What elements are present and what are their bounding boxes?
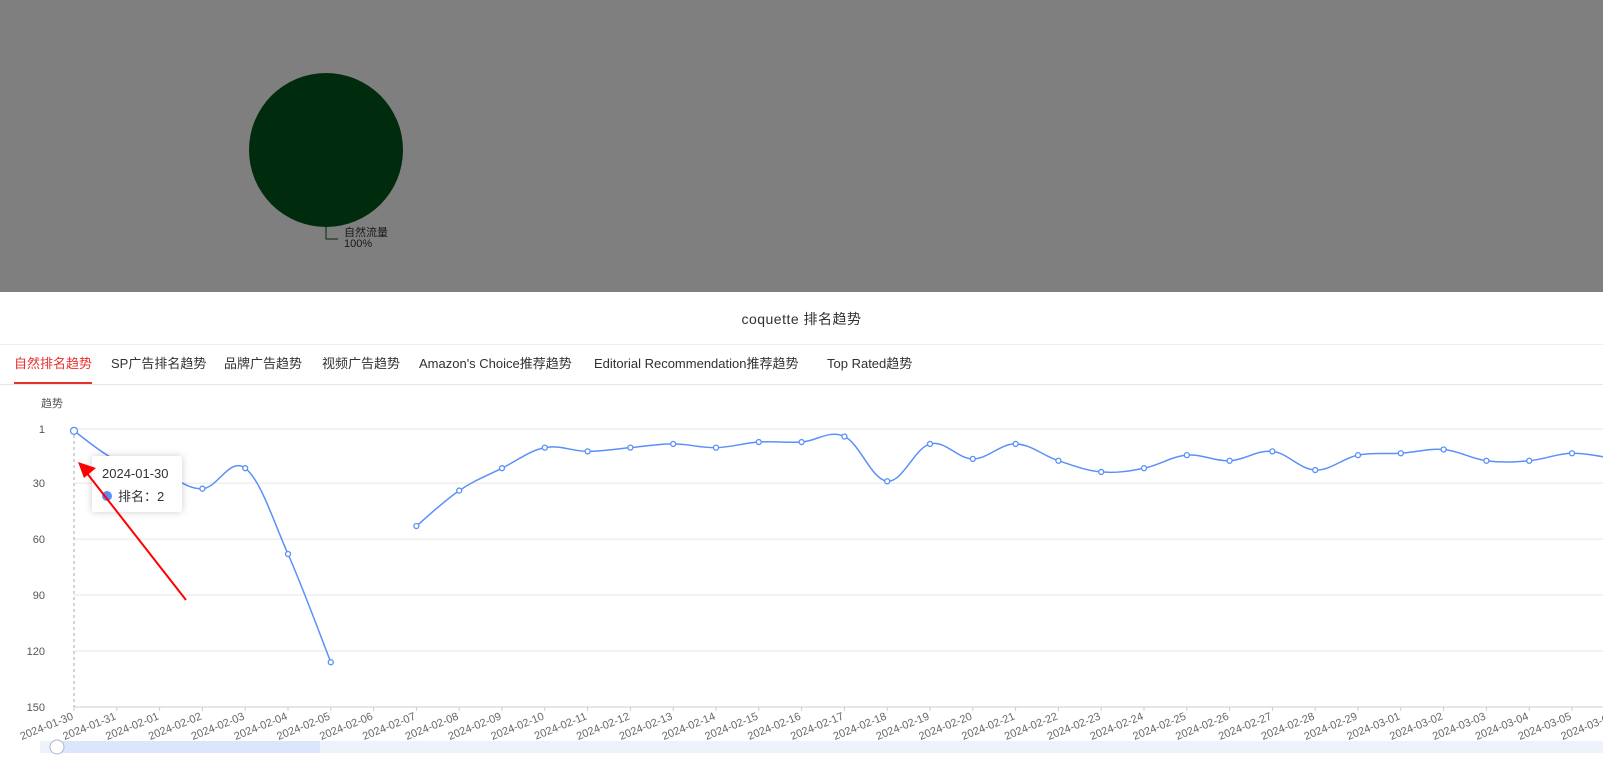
data-point (1397, 450, 1404, 457)
series-line (415, 433, 1603, 527)
y-tick-label: 60 (33, 534, 45, 546)
data-point (712, 444, 720, 451)
data-point (1098, 468, 1105, 476)
tab-editorial-recommendation[interactable]: Editorial Recommendation推荐趋势 (594, 344, 798, 384)
tab-top-rated[interactable]: Top Rated趋势 (827, 344, 912, 384)
tooltip-value: 排名：2 (118, 489, 165, 504)
y-tick-label: 1 (39, 424, 45, 436)
tab-brand-ad[interactable]: 品牌广告趋势 (224, 344, 302, 384)
data-point (1526, 457, 1533, 464)
data-point (1012, 440, 1019, 448)
data-point (199, 485, 206, 492)
trend-tabs: 自然排名趋势 SP广告排名趋势 品牌广告趋势 视频广告趋势 Amazon's C… (0, 344, 1603, 385)
data-point (1055, 457, 1062, 464)
data-point (413, 522, 420, 530)
tab-sp-ad-rank[interactable]: SP广告排名趋势 (111, 344, 206, 384)
data-point (755, 438, 762, 446)
dialog-title: coquette 排名趋势 (741, 311, 862, 327)
y-tick-label: 150 (27, 702, 45, 714)
datazoom-handle (49, 739, 65, 755)
data-point (1440, 446, 1447, 453)
data-point (627, 444, 634, 451)
y-tick-label: 90 (33, 590, 45, 602)
modal-overlay[interactable] (0, 0, 1603, 292)
y-tick-label: 120 (27, 646, 45, 658)
data-point (798, 438, 805, 446)
data-point (926, 440, 934, 448)
tooltip-row: 排名：2 (102, 486, 164, 505)
data-point (69, 426, 79, 436)
tab-video-ad[interactable]: 视频广告趋势 (322, 344, 400, 384)
chart-tooltip: 2024-01-30 排名：2 (92, 456, 182, 512)
y-tick-label: 30 (33, 478, 45, 490)
data-point (541, 444, 548, 451)
data-point (884, 478, 891, 485)
data-point (1483, 457, 1490, 464)
data-point (456, 487, 463, 494)
data-point (1354, 451, 1362, 459)
data-point (1568, 450, 1576, 457)
data-point (284, 550, 292, 558)
data-point (327, 659, 334, 666)
datazoom-window (60, 741, 320, 753)
data-point (1140, 465, 1148, 472)
data-point (1269, 448, 1276, 455)
data-point (1183, 451, 1190, 459)
tab-amazons-choice[interactable]: Amazon's Choice推荐趋势 (419, 344, 572, 384)
data-point (242, 465, 249, 472)
background-page: 自然流量 100% (0, 0, 1603, 292)
dialog-header: coquette 排名趋势 (0, 292, 1603, 345)
rank-trend-dialog: coquette 排名趋势 自然排名趋势 SP广告排名趋势 品牌广告趋势 视频广… (0, 292, 1603, 773)
data-point (1312, 466, 1319, 474)
data-point (498, 465, 506, 472)
series-dot-icon (102, 490, 112, 501)
y-axis-label: 趋势 (41, 397, 63, 410)
data-point (584, 448, 591, 455)
tooltip-date: 2024-01-30 (102, 466, 169, 481)
rank-trend-chart[interactable]: 趋势13060901201502024-01-302024-01-312024-… (0, 384, 1603, 773)
data-point (841, 433, 848, 440)
data-point (670, 440, 677, 448)
data-point (1226, 457, 1233, 464)
tab-organic-rank[interactable]: 自然排名趋势 (14, 344, 92, 384)
data-point (969, 455, 976, 463)
